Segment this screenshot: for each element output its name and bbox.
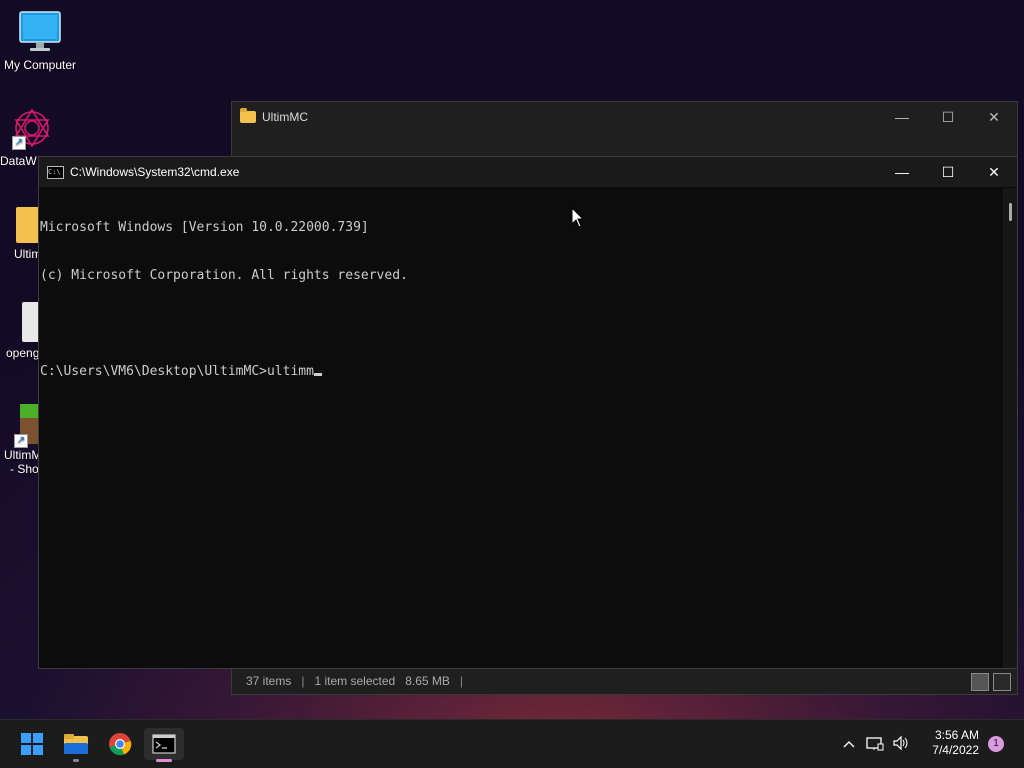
clock[interactable]: 3:56 AM 7/4/2022 <box>932 728 979 758</box>
active-indicator <box>156 759 172 762</box>
desktop-icon-ultimmc-folder[interactable]: Ultim <box>0 207 42 261</box>
console-output[interactable]: Microsoft Windows [Version 10.0.22000.73… <box>40 188 1003 668</box>
taskbar-file-explorer[interactable] <box>56 728 96 762</box>
desktop-icon-label: UltimM <box>4 448 42 462</box>
details-view-button[interactable] <box>971 673 989 691</box>
clock-date: 7/4/2022 <box>932 743 979 757</box>
console-scrollbar[interactable] <box>1003 188 1017 668</box>
text-cursor <box>313 373 322 376</box>
minimize-button[interactable]: — <box>879 164 925 181</box>
minimize-button[interactable]: — <box>879 109 925 126</box>
maximize-button[interactable]: ☐ <box>925 109 971 126</box>
shortcut-arrow-icon: ↗ <box>12 136 26 150</box>
monitor-icon <box>18 10 62 54</box>
desktop-icon-label: openg <box>6 346 40 360</box>
console-line: (c) Microsoft Corporation. All rights re… <box>40 268 408 283</box>
status-separator: | <box>459 674 464 688</box>
clock-time: 3:56 AM <box>934 728 979 742</box>
chevron-up-icon[interactable] <box>836 737 862 751</box>
folder-icon <box>240 108 256 123</box>
explorer-titlebar[interactable]: UltimMC — ☐ ✕ <box>232 102 1017 132</box>
selection-size: 8.65 MB <box>405 674 450 688</box>
item-count: 37 items <box>246 674 292 688</box>
shortcut-arrow-icon: ↗ <box>14 434 28 448</box>
start-button[interactable] <box>12 728 52 760</box>
desktop-icon-datawrapper[interactable]: ↗ DataW <box>0 106 50 168</box>
desktop-icon-ultimmc-shortcut[interactable]: ↗ UltimM - Sho <box>0 404 42 476</box>
file-explorer-icon <box>64 734 88 754</box>
taskbar-chrome[interactable] <box>100 728 140 760</box>
explorer-title: UltimMC <box>262 110 308 124</box>
desktop-icon-label: DataW <box>0 154 37 168</box>
volume-icon[interactable] <box>888 735 914 754</box>
folder-icon <box>16 207 40 243</box>
datawrapper-icon: ↗ <box>10 106 54 150</box>
cmd-window[interactable]: C:\ C:\Windows\System32\cmd.exe — ☐ ✕ Mi… <box>38 156 1018 669</box>
cmd-icon: C:\ <box>47 165 64 179</box>
close-button[interactable]: ✕ <box>971 109 1017 126</box>
cmd-title: C:\Windows\System32\cmd.exe <box>70 165 240 179</box>
tiles-view-button[interactable] <box>993 673 1011 691</box>
desktop-icon-label: Ultim <box>14 247 42 261</box>
close-button[interactable]: ✕ <box>971 164 1017 181</box>
start-icon <box>21 733 43 755</box>
desktop-icon-openg[interactable]: openg <box>0 302 40 360</box>
explorer-toolbar[interactable] <box>232 132 1017 159</box>
terminal-icon <box>152 734 176 754</box>
console-prompt: C:\Users\VM6\Desktop\UltimMC>ultimm <box>40 364 314 379</box>
maximize-button[interactable]: ☐ <box>925 164 971 181</box>
network-icon[interactable] <box>862 735 888 754</box>
desktop-icon-label: My Computer <box>3 58 77 72</box>
desktop-icon-my-computer[interactable]: My Computer <box>0 10 80 72</box>
selection-count: 1 item selected <box>314 674 396 688</box>
chrome-icon <box>109 733 132 756</box>
console-line: Microsoft Windows [Version 10.0.22000.73… <box>40 220 369 235</box>
taskbar: 3:56 AM 7/4/2022 1 <box>0 719 1024 768</box>
taskbar-cmd[interactable] <box>144 728 184 762</box>
desktop-icon-label-2: - Sho <box>10 462 39 476</box>
status-separator: | <box>301 674 305 688</box>
mouse-pointer-icon <box>571 206 585 234</box>
notification-badge[interactable]: 1 <box>988 736 1004 752</box>
cmd-titlebar[interactable]: C:\ C:\Windows\System32\cmd.exe — ☐ ✕ <box>39 157 1017 187</box>
explorer-statusbar: 37 items | 1 item selected 8.65 MB | <box>232 668 1017 694</box>
console-prompt-line: C:\Users\VM6\Desktop\UltimMC>ultimm <box>40 364 1003 380</box>
scrollbar-thumb[interactable] <box>1009 203 1012 221</box>
running-indicator <box>73 759 79 762</box>
